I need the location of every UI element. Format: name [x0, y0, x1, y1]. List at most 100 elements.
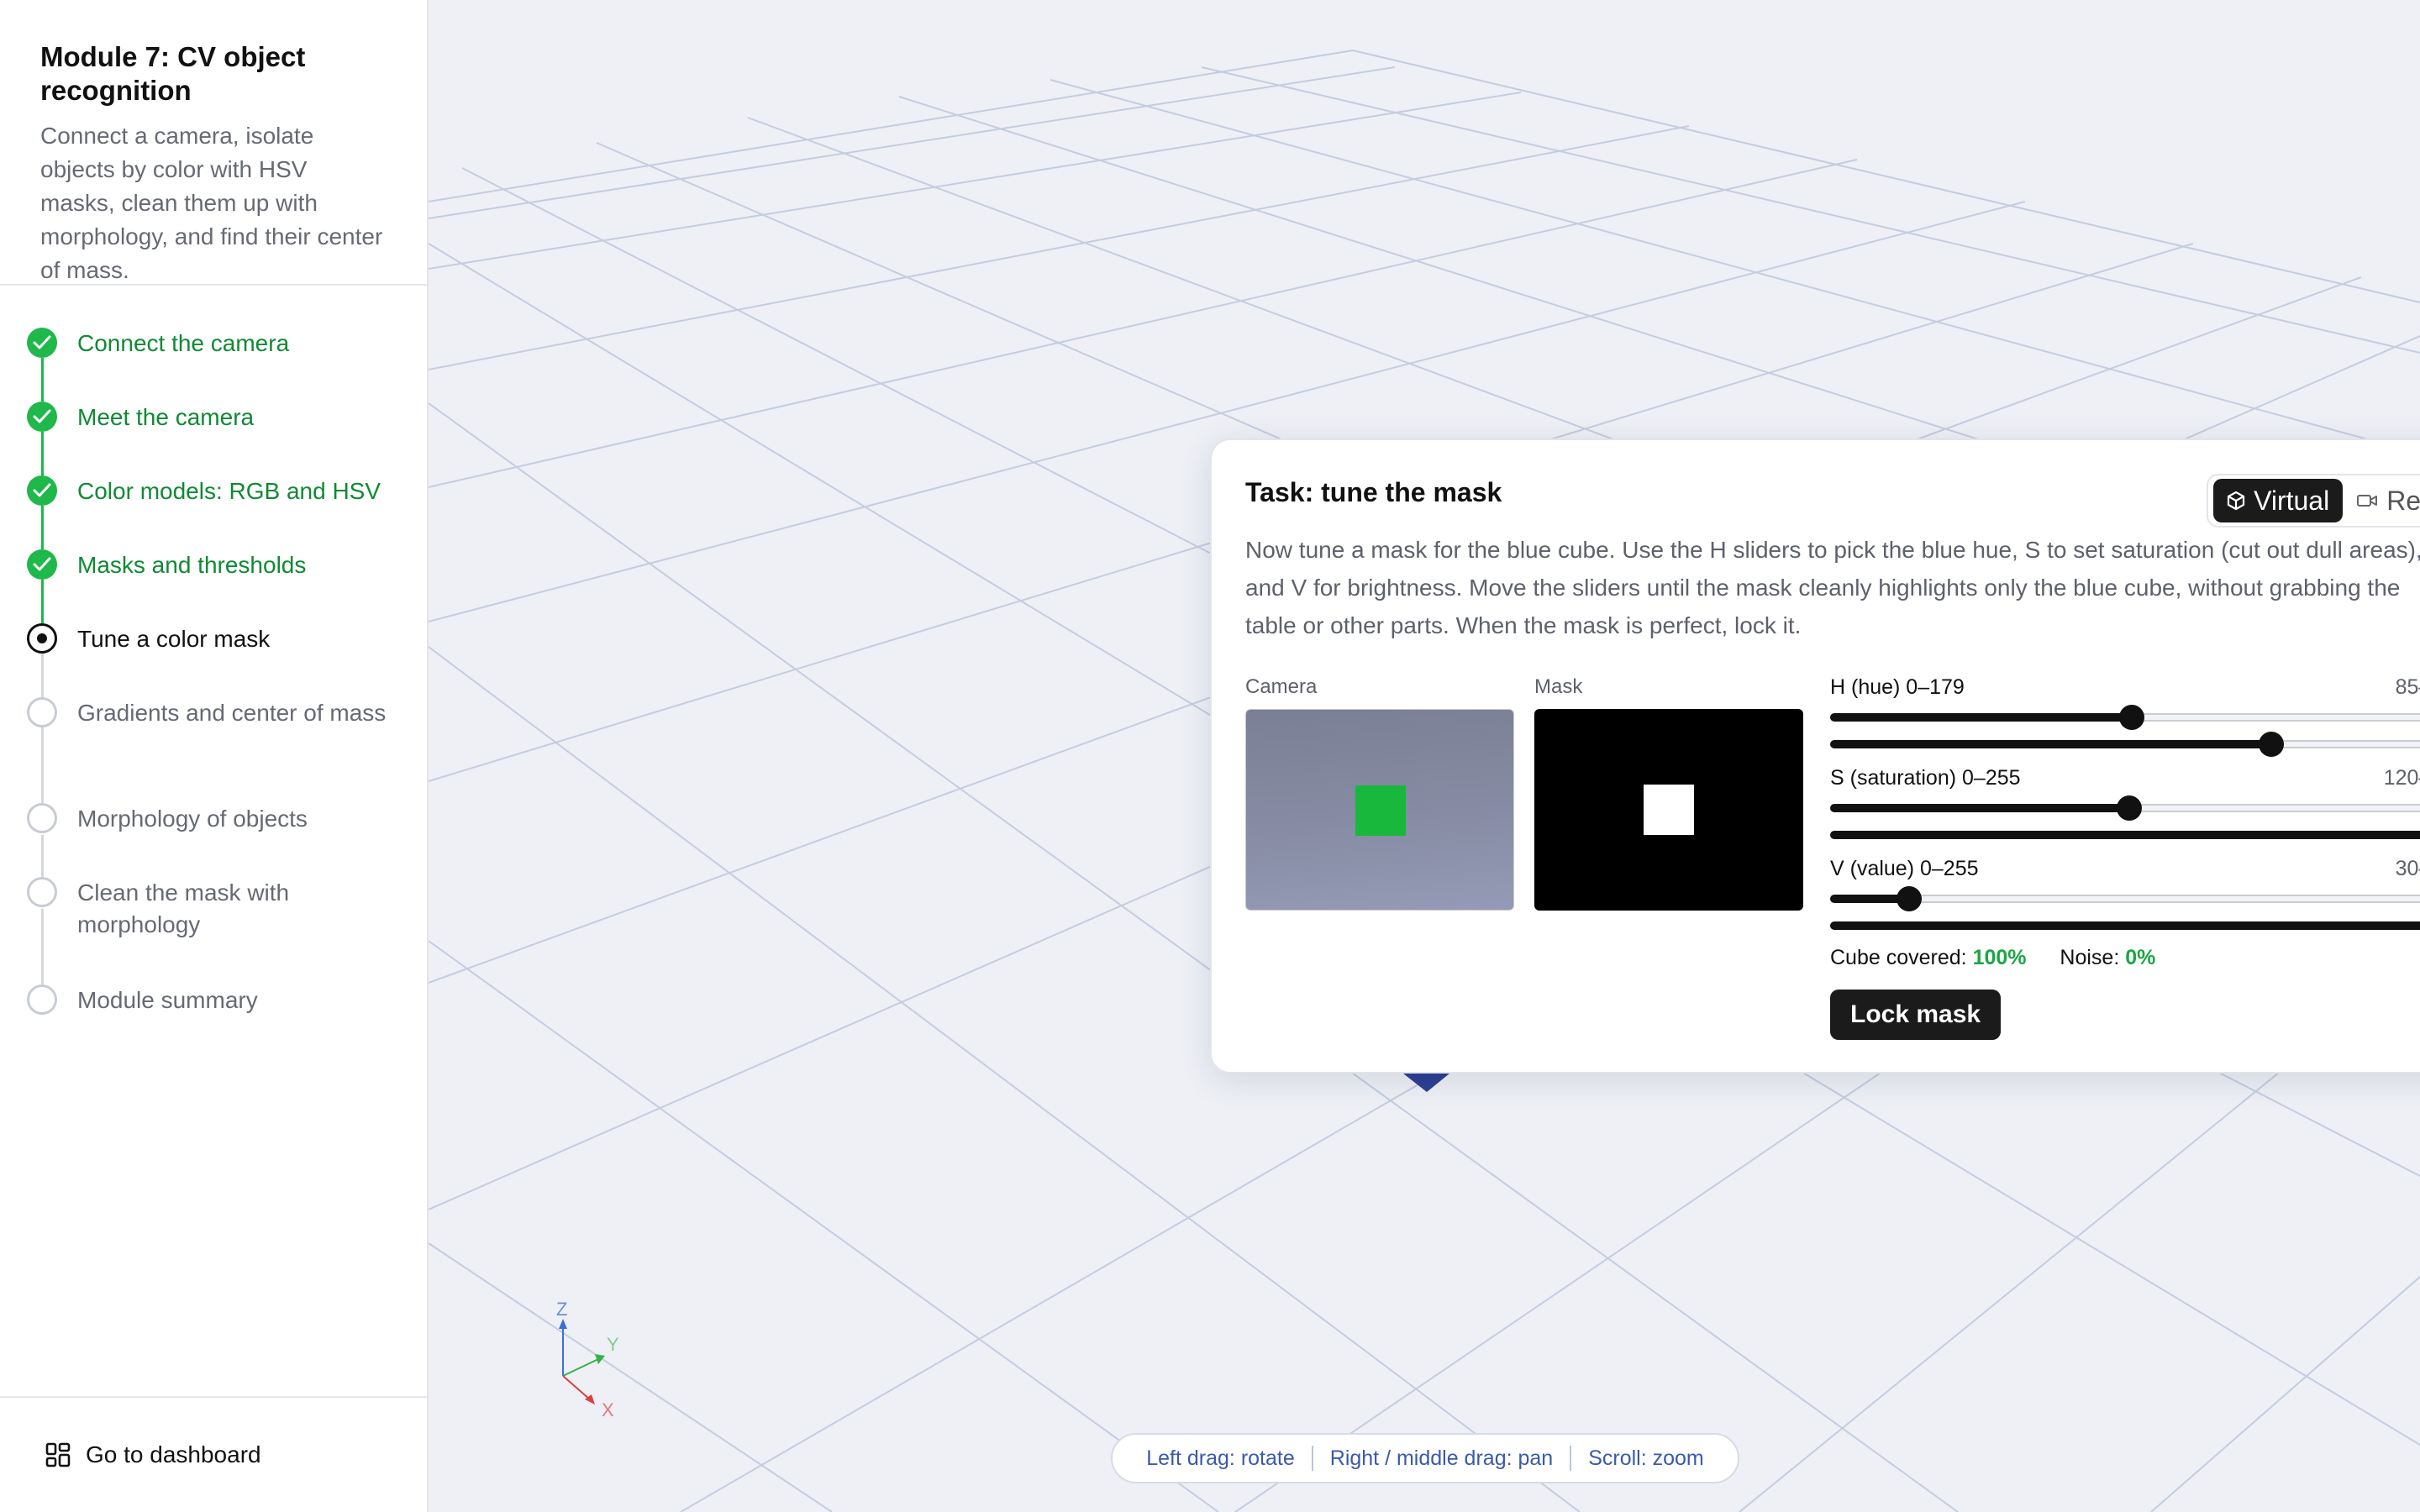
step-label: Connect the camera — [77, 330, 290, 356]
mask-preview — [1534, 709, 1803, 911]
slider-fill — [1830, 713, 2132, 722]
step-morphology[interactable]: Morphology of objects — [27, 803, 405, 835]
step-tune-mask[interactable]: Tune a color mask — [27, 623, 405, 655]
step-connector — [41, 727, 44, 803]
module-title: Module 7: CV object recognition — [40, 41, 306, 106]
virtual-mode-button[interactable]: Virtual — [2213, 479, 2344, 522]
hint-separator — [1311, 1446, 1313, 1471]
check-icon — [27, 549, 57, 580]
virtual-mode-label: Virtual — [2254, 485, 2330, 516]
step-connector — [41, 654, 44, 697]
step-masks-thresholds[interactable]: Masks and thresholds — [27, 549, 405, 581]
step-connect-camera[interactable]: Connect the camera — [27, 328, 405, 360]
slider-fill — [1830, 831, 2420, 839]
mask-stats: Cube covered: 100% Noise: 0% — [1830, 946, 2155, 970]
slider-name: S (saturation) 0–255 — [1830, 766, 2021, 790]
grid-icon — [45, 1442, 71, 1467]
task-title: Task: tune the mask — [1245, 477, 1502, 507]
step-summary[interactable]: Module summary — [27, 984, 405, 1016]
saturation-slider-group: S (saturation) 0–255 120–255 — [1830, 766, 2420, 848]
step-connector — [41, 580, 44, 623]
3d-viewport[interactable]: Z Y X Left drag: rotate Right / middle d… — [429, 0, 2420, 1512]
slider-range: 85–125 — [2395, 675, 2420, 699]
step-connector — [41, 432, 44, 475]
step-color-models[interactable]: Color models: RGB and HSV — [27, 475, 405, 507]
cube-covered-value: 100% — [1972, 946, 2027, 969]
sidebar-footer: Go to dashboard — [0, 1396, 427, 1512]
pending-step-icon — [27, 877, 57, 907]
mask-label: Mask — [1534, 675, 1583, 698]
slider-fill — [1830, 895, 1905, 903]
pending-step-icon — [27, 803, 57, 833]
go-to-dashboard-button[interactable]: Go to dashboard — [45, 1441, 261, 1468]
real-mode-button[interactable]: Real — [2343, 479, 2420, 522]
step-label: Morphology of objects — [77, 806, 308, 832]
value-high-slider[interactable] — [1830, 912, 2420, 939]
slider-name: H (hue) 0–179 — [1830, 675, 1965, 699]
pending-step-icon — [27, 984, 57, 1015]
step-label: Clean the mask with morphology — [77, 879, 290, 937]
saturation-low-slider[interactable] — [1830, 795, 2420, 822]
step-clean-mask[interactable]: Clean the mask with morphology — [27, 877, 405, 941]
cube-covered-label: Cube covered: — [1830, 946, 1967, 969]
dashboard-label: Go to dashboard — [86, 1441, 261, 1467]
noise-label: Noise: — [2060, 946, 2120, 969]
mask-blob — [1644, 785, 1694, 835]
cube-icon — [2227, 491, 2245, 511]
hue-low-slider[interactable] — [1830, 704, 2420, 731]
step-label: Gradients and center of mass — [77, 700, 387, 726]
slider-thumb[interactable] — [2259, 732, 2285, 757]
task-description: Now tune a mask for the blue cube. Use t… — [1245, 537, 2420, 638]
hint-rotate: Left drag: rotate — [1146, 1446, 1295, 1470]
pending-step-icon — [27, 697, 57, 727]
check-icon — [27, 328, 57, 358]
step-connector — [41, 835, 44, 879]
axis-x-label: X — [602, 1399, 614, 1420]
saturation-high-slider[interactable] — [1830, 822, 2420, 848]
step-connector — [41, 358, 44, 402]
step-meet-camera[interactable]: Meet the camera — [27, 402, 405, 433]
controls-hint-bar: Left drag: rotate Right / middle drag: p… — [1111, 1433, 1739, 1483]
lock-mask-button[interactable]: Lock mask — [1830, 990, 2002, 1040]
slider-fill — [1830, 804, 2129, 812]
hue-slider-group: H (hue) 0–179 85–125 — [1830, 675, 2420, 758]
slider-thumb[interactable] — [2117, 795, 2143, 821]
hue-high-slider[interactable] — [1830, 731, 2420, 758]
video-camera-icon — [2357, 495, 2378, 507]
mode-toggle: Virtual Real — [2207, 474, 2420, 528]
axis-y-label: Y — [607, 1334, 619, 1355]
slider-name: V (value) 0–255 — [1830, 857, 1979, 880]
sidebar: Module 7: CV object recognition Connect … — [0, 0, 429, 1512]
axis-z-label: Z — [556, 1300, 567, 1320]
slider-range: 120–255 — [2383, 766, 2420, 790]
step-label: Meet the camera — [77, 404, 255, 430]
module-header: Module 7: CV object recognition Connect … — [0, 0, 427, 286]
step-gradients[interactable]: Gradients and center of mass — [27, 697, 405, 729]
slider-thumb[interactable] — [1897, 886, 1923, 911]
current-step-icon — [27, 623, 57, 654]
hint-pan: Right / middle drag: pan — [1329, 1446, 1554, 1470]
value-low-slider[interactable] — [1830, 885, 2420, 912]
axes-gizmo: Z Y X — [556, 1300, 619, 1420]
module-description: Connect a camera, isolate objects by col… — [40, 123, 383, 283]
hint-separator — [1570, 1446, 1572, 1471]
noise-value: 0% — [2125, 946, 2156, 969]
detected-cube — [1355, 785, 1406, 836]
step-connector — [41, 909, 44, 984]
step-connector — [41, 506, 44, 549]
check-icon — [27, 475, 57, 506]
real-mode-label: Real — [2386, 485, 2420, 516]
step-label: Module summary — [77, 987, 258, 1013]
task-card: Task: tune the mask Virtual Real Now tun… — [1210, 438, 2420, 1074]
value-slider-group: V (value) 0–255 30–255 — [1830, 857, 2420, 939]
step-label: Color models: RGB and HSV — [77, 478, 381, 504]
slider-fill — [1830, 921, 2420, 930]
hint-zoom: Scroll: zoom — [1588, 1446, 1704, 1470]
slider-thumb[interactable] — [2119, 705, 2145, 730]
check-icon — [27, 402, 57, 432]
slider-fill — [1830, 740, 2274, 748]
step-label: Tune a color mask — [77, 626, 271, 652]
slider-range: 30–255 — [2395, 857, 2420, 880]
camera-preview — [1245, 709, 1514, 911]
step-label: Masks and thresholds — [77, 552, 307, 578]
